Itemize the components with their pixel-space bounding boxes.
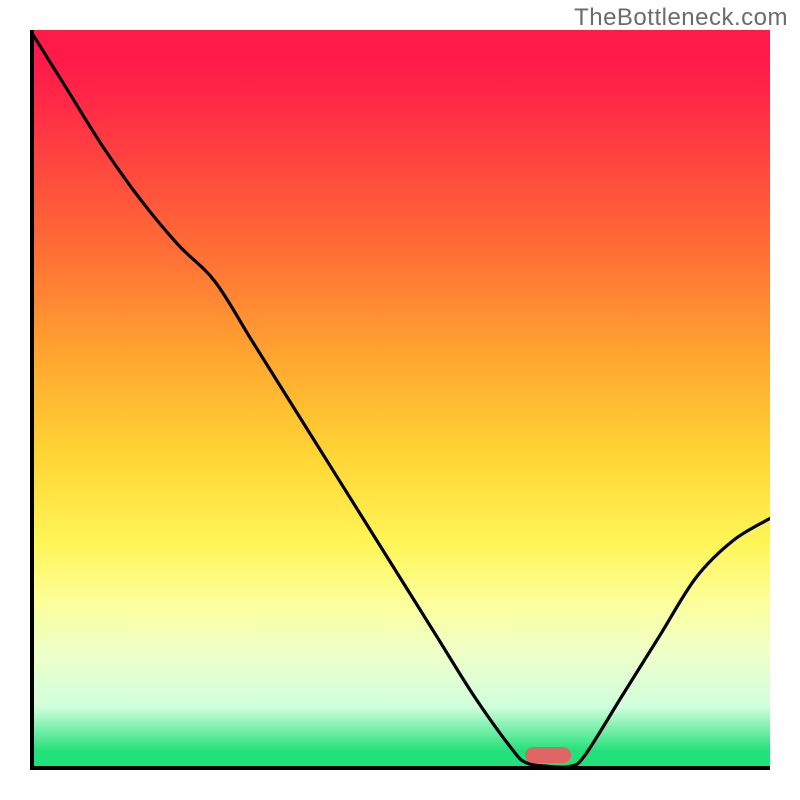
- chart-container: [30, 30, 770, 770]
- highlight-marker: [525, 747, 571, 763]
- plot-area: [30, 30, 770, 770]
- watermark-text: TheBottleneck.com: [574, 4, 788, 32]
